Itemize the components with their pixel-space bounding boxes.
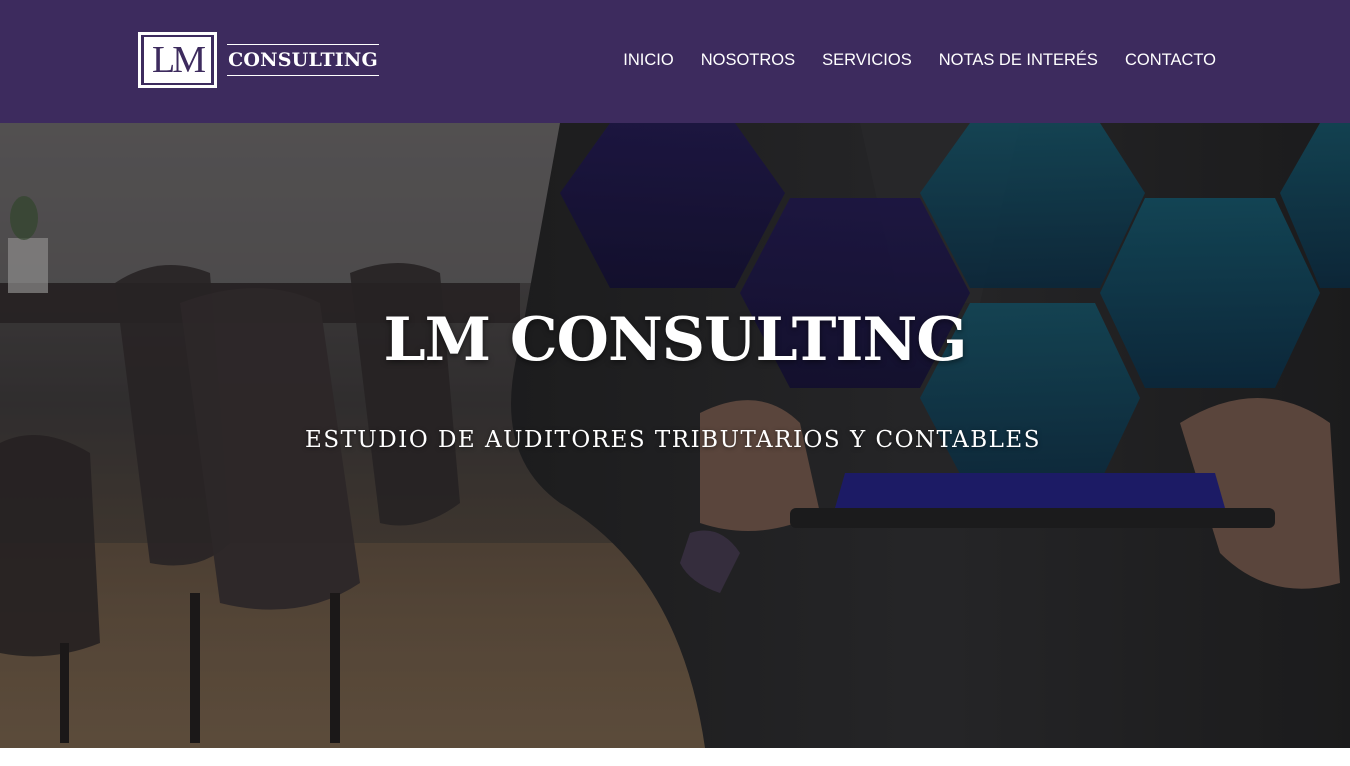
- hero-subtitle: ESTUDIO DE AUDITORES TRIBUTARIOS Y CONTA…: [305, 427, 1041, 453]
- nav-item-contacto[interactable]: CONTACTO: [1125, 50, 1216, 70]
- nav-item-servicios[interactable]: SERVICIOS: [822, 50, 912, 70]
- logo-monogram-box: LM: [138, 32, 217, 88]
- logo-wordmark: CONSULTING: [227, 44, 379, 76]
- nav-item-inicio[interactable]: INICIO: [623, 50, 673, 70]
- hero-banner: LM CONSULTING ESTUDIO DE AUDITORES TRIBU…: [0, 123, 1350, 748]
- main-nav: INICIO NOSOTROS SERVICIOS NOTAS DE INTER…: [623, 50, 1216, 70]
- nav-item-notas-de-interes[interactable]: NOTAS DE INTERÉS: [939, 50, 1098, 70]
- hero-title: LM CONSULTING: [383, 305, 967, 375]
- logo-monogram: LM: [144, 37, 211, 83]
- nav-item-nosotros[interactable]: NOSOTROS: [701, 50, 795, 70]
- site-logo[interactable]: LM CONSULTING: [138, 32, 379, 88]
- site-header: LM CONSULTING INICIO NOSOTROS SERVICIOS …: [0, 0, 1350, 123]
- page-bottom-strip: [0, 748, 1350, 766]
